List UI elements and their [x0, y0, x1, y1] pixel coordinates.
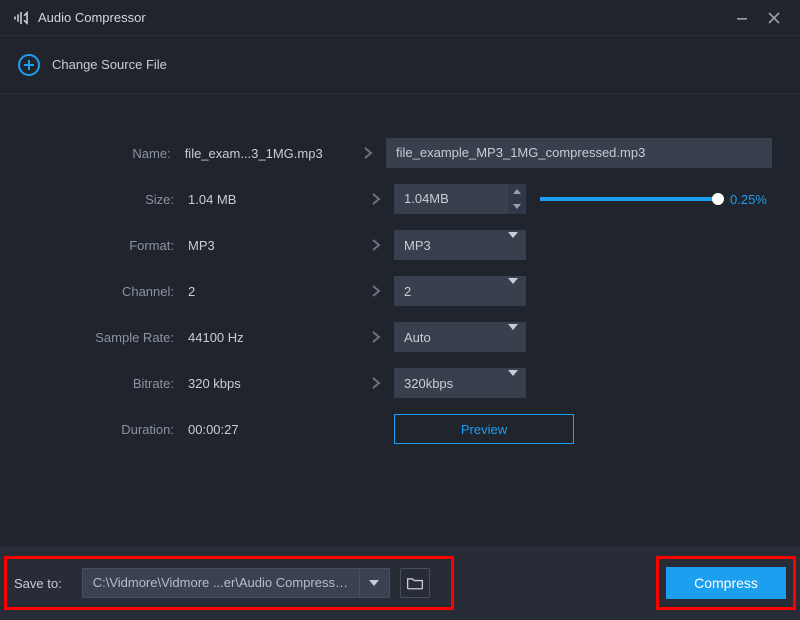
bitrate-dropdown[interactable]: 320kbps	[394, 368, 526, 398]
size-down-button[interactable]	[508, 199, 526, 214]
compress-button[interactable]: Compress	[666, 567, 786, 599]
chevron-right-icon	[358, 376, 394, 390]
row-sample-rate: Sample Rate: 44100 Hz Auto	[28, 314, 772, 360]
source-sample-rate: 44100 Hz	[188, 330, 358, 345]
row-name: Name: file_exam...3_1MG.mp3	[28, 130, 772, 176]
row-channel: Channel: 2 2	[28, 268, 772, 314]
titlebar: Audio Compressor	[0, 0, 800, 36]
bitrate-value: 320kbps	[404, 376, 508, 391]
change-source-row: Change Source File	[0, 36, 800, 94]
save-path-group: Save to: C:\Vidmore\Vidmore ...er\Audio …	[14, 568, 430, 598]
close-button[interactable]	[758, 4, 790, 32]
row-duration: Duration: 00:00:27 Preview	[28, 406, 772, 452]
minimize-button[interactable]	[726, 4, 758, 32]
row-bitrate: Bitrate: 320 kbps 320kbps	[28, 360, 772, 406]
format-dropdown[interactable]: MP3	[394, 230, 526, 260]
chevron-right-icon	[358, 330, 394, 344]
footer-bar: Save to: C:\Vidmore\Vidmore ...er\Audio …	[0, 546, 800, 620]
label-format: Format:	[28, 238, 188, 253]
slider-thumb[interactable]	[712, 193, 724, 205]
label-size: Size:	[28, 192, 188, 207]
source-bitrate: 320 kbps	[188, 376, 358, 391]
chevron-right-icon	[358, 284, 394, 298]
chevron-right-icon	[358, 192, 394, 206]
app-title: Audio Compressor	[38, 10, 146, 25]
chevron-down-icon	[508, 376, 518, 391]
label-sample-rate: Sample Rate:	[28, 330, 188, 345]
chevron-down-icon	[508, 284, 518, 299]
save-path-combo[interactable]: C:\Vidmore\Vidmore ...er\Audio Compresse…	[82, 568, 390, 598]
format-value: MP3	[404, 238, 508, 253]
main-panel: Name: file_exam...3_1MG.mp3 Size: 1.04 M…	[0, 94, 800, 452]
size-up-button[interactable]	[508, 184, 526, 199]
output-name-input[interactable]	[386, 138, 772, 168]
channel-value: 2	[404, 284, 508, 299]
chevron-down-icon	[508, 238, 518, 253]
source-format: MP3	[188, 238, 358, 253]
source-name: file_exam...3_1MG.mp3	[185, 146, 351, 161]
label-channel: Channel:	[28, 284, 188, 299]
output-size-value: 1.04MB	[394, 184, 508, 214]
preview-button[interactable]: Preview	[394, 414, 574, 444]
source-size: 1.04 MB	[188, 192, 358, 207]
sample-rate-value: Auto	[404, 330, 508, 345]
channel-dropdown[interactable]: 2	[394, 276, 526, 306]
browse-folder-button[interactable]	[400, 568, 430, 598]
label-duration: Duration:	[28, 422, 188, 437]
chevron-right-icon	[351, 146, 386, 160]
row-size: Size: 1.04 MB 1.04MB 0.25%	[28, 176, 772, 222]
source-duration: 00:00:27	[188, 422, 358, 437]
row-format: Format: MP3 MP3	[28, 222, 772, 268]
size-reduction-pct: 0.25%	[730, 192, 767, 207]
save-path-value: C:\Vidmore\Vidmore ...er\Audio Compresse…	[83, 569, 359, 597]
sample-rate-dropdown[interactable]: Auto	[394, 322, 526, 352]
change-source-label[interactable]: Change Source File	[52, 57, 167, 72]
app-icon	[12, 9, 30, 27]
size-slider[interactable]	[540, 197, 718, 201]
save-path-dropdown-button[interactable]	[359, 569, 389, 597]
output-size-stepper[interactable]: 1.04MB	[394, 184, 526, 214]
label-bitrate: Bitrate:	[28, 376, 188, 391]
add-icon[interactable]	[18, 54, 40, 76]
label-name: Name:	[28, 146, 185, 161]
chevron-down-icon	[508, 330, 518, 345]
chevron-right-icon	[358, 238, 394, 252]
save-to-label: Save to:	[14, 576, 62, 591]
source-channel: 2	[188, 284, 358, 299]
